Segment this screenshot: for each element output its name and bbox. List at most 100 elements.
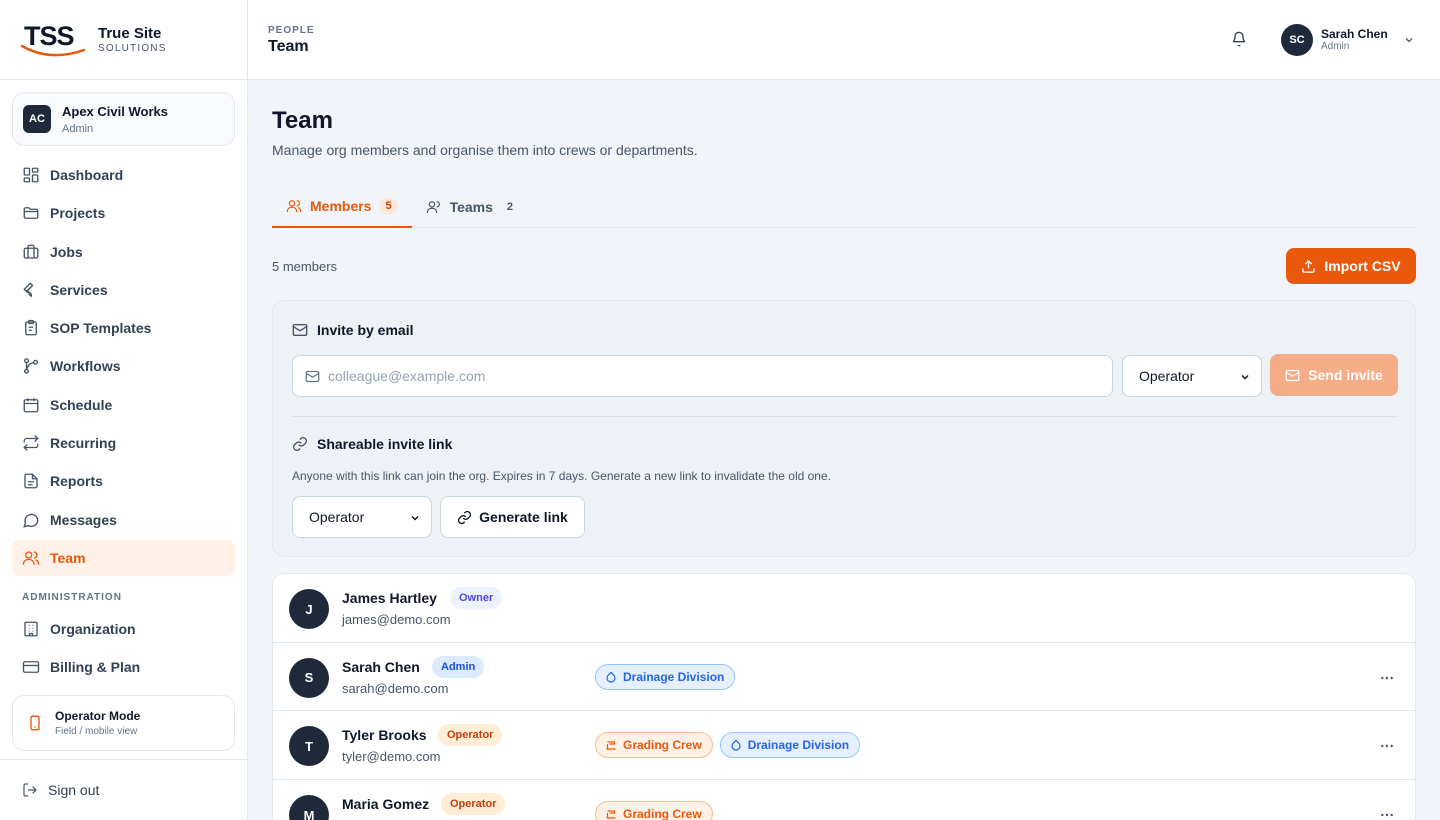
chevron-down-icon bbox=[1241, 374, 1249, 380]
brand[interactable]: TSS True Site SOLUTIONS bbox=[0, 0, 247, 80]
droplet-icon bbox=[606, 671, 616, 683]
smartphone-icon bbox=[30, 715, 40, 731]
user-menu[interactable]: SC Sarah Chen Admin bbox=[1281, 24, 1415, 56]
member-email: sarah@demo.com bbox=[342, 680, 449, 696]
invite-link-heading: Shareable invite link bbox=[292, 436, 452, 452]
sidebar-item-label: Projects bbox=[50, 205, 106, 222]
crew-icon bbox=[606, 810, 616, 819]
sidebar-item-messages[interactable]: Messages bbox=[12, 502, 235, 538]
avatar: S bbox=[289, 657, 329, 698]
avatar: SC bbox=[1281, 24, 1313, 56]
sidebar-item-jobs[interactable]: Jobs bbox=[12, 234, 235, 270]
role-badge: Operator bbox=[438, 724, 503, 747]
brand-name: True Site bbox=[98, 24, 162, 42]
crew-icon bbox=[606, 741, 616, 750]
table-row[interactable]: S Sarah Chen Admin sarah@demo.com Draina… bbox=[273, 643, 1415, 712]
team-chip-label: Grading Crew bbox=[623, 807, 702, 820]
sidebar-item-schedule[interactable]: Schedule bbox=[12, 387, 235, 423]
logout-icon bbox=[23, 783, 37, 797]
sidebar-item-dashboard[interactable]: Dashboard bbox=[12, 157, 235, 193]
avatar: J bbox=[289, 589, 329, 629]
team-chip[interactable]: Grading Crew bbox=[595, 732, 713, 759]
divider bbox=[292, 416, 1398, 417]
email-input[interactable] bbox=[328, 368, 1088, 384]
calendar-icon bbox=[23, 398, 39, 413]
operator-mode-toggle[interactable]: Operator Mode Field / mobile view bbox=[12, 695, 235, 751]
table-row[interactable]: T Tyler Brooks Operator tyler@demo.com G… bbox=[273, 711, 1415, 781]
nav-section-administration: ADMINISTRATION bbox=[22, 591, 122, 603]
sidebar-item-workflows[interactable]: Workflows bbox=[12, 348, 235, 384]
import-csv-button[interactable]: Import CSV bbox=[1286, 248, 1416, 284]
more-horizontal-icon[interactable] bbox=[1379, 807, 1395, 820]
sidebar-item-label: Dashboard bbox=[50, 167, 124, 183]
sidebar-item-billing[interactable]: Billing & Plan bbox=[12, 649, 235, 685]
sidebar-item-services[interactable]: Services bbox=[12, 272, 235, 308]
building-icon bbox=[24, 621, 38, 637]
more-horizontal-icon[interactable] bbox=[1379, 670, 1395, 686]
topbar: PEOPLE Team SC Sarah Chen Admin bbox=[248, 0, 1440, 80]
sidebar-item-label: Messages bbox=[50, 511, 117, 528]
sidebar-item-label: Billing & Plan bbox=[50, 659, 141, 676]
tab-members[interactable]: Members 5 bbox=[272, 186, 412, 228]
sidebar-item-organization[interactable]: Organization bbox=[12, 611, 235, 647]
send-invite-button[interactable]: Send invite bbox=[1270, 354, 1398, 396]
team-chip[interactable]: Drainage Division bbox=[595, 663, 736, 690]
avatar: T bbox=[289, 726, 329, 767]
sidebar-item-label: Team bbox=[50, 549, 86, 566]
invite-link-description: Anyone with this link can join the org. … bbox=[292, 469, 831, 483]
chat-icon bbox=[23, 513, 39, 528]
org-switcher[interactable]: AC Apex Civil Works Admin bbox=[12, 92, 235, 146]
team-chips: Grading Crew bbox=[595, 801, 720, 820]
user-name: Sarah Chen bbox=[1321, 27, 1388, 41]
bell-icon[interactable] bbox=[1231, 31, 1247, 47]
link-role-select[interactable]: Operator bbox=[292, 496, 432, 538]
page-title: Team bbox=[272, 107, 333, 134]
org-role: Admin bbox=[62, 122, 94, 135]
link-icon bbox=[458, 510, 472, 524]
chevron-down-icon bbox=[411, 515, 419, 521]
member-name: James Hartley bbox=[342, 590, 437, 606]
member-name: Tyler Brooks bbox=[342, 727, 427, 744]
briefcase-icon bbox=[23, 244, 39, 259]
folder-icon bbox=[23, 207, 39, 220]
users-icon bbox=[22, 551, 40, 565]
email-field[interactable] bbox=[292, 355, 1113, 397]
droplet-icon bbox=[731, 739, 741, 751]
sign-out-button[interactable]: Sign out bbox=[0, 759, 247, 820]
mail-icon bbox=[292, 324, 308, 336]
table-row[interactable]: J James Hartley Owner james@demo.com bbox=[273, 574, 1415, 643]
wrench-icon bbox=[23, 282, 34, 298]
user-group-icon bbox=[426, 201, 440, 213]
member-name: Sarah Chen bbox=[342, 658, 420, 675]
clipboard-icon bbox=[25, 320, 37, 336]
tab-count: 5 bbox=[379, 198, 398, 214]
sidebar-item-label: Reports bbox=[50, 473, 103, 490]
members-list: J James Hartley Owner james@demo.com S S… bbox=[272, 573, 1416, 820]
sidebar-item-label: Services bbox=[50, 281, 108, 298]
table-row[interactable]: M Maria Gomez Operator Grading Crew bbox=[273, 780, 1415, 820]
sidebar-item-sop-templates[interactable]: SOP Templates bbox=[12, 310, 235, 346]
invite-role-select[interactable]: Operator bbox=[1122, 355, 1262, 397]
sidebar-item-team[interactable]: Team bbox=[12, 539, 235, 576]
avatar: M bbox=[289, 795, 329, 820]
generate-link-button[interactable]: Generate link bbox=[440, 496, 585, 538]
sidebar-item-label: Jobs bbox=[50, 243, 83, 260]
team-chip[interactable]: Drainage Division bbox=[719, 732, 861, 759]
team-chips: Drainage Division bbox=[595, 663, 742, 690]
sidebar-item-recurring[interactable]: Recurring bbox=[12, 425, 235, 461]
sidebar-item-label: Schedule bbox=[50, 396, 113, 413]
invite-panel: Invite by email Operator Send invite Sha… bbox=[272, 300, 1416, 557]
sidebar-item-label: SOP Templates bbox=[50, 320, 152, 337]
tabs: Members 5 Teams 2 bbox=[272, 186, 1416, 228]
invite-email-heading: Invite by email bbox=[292, 322, 413, 338]
team-chip-label: Drainage Division bbox=[623, 669, 725, 684]
tab-teams[interactable]: Teams 2 bbox=[412, 186, 533, 228]
mail-icon bbox=[1285, 369, 1300, 381]
sidebar-item-projects[interactable]: Projects bbox=[12, 195, 235, 231]
org-name: Apex Civil Works bbox=[62, 103, 168, 119]
team-chip[interactable]: Grading Crew bbox=[595, 801, 713, 820]
mail-icon bbox=[305, 370, 320, 382]
more-horizontal-icon[interactable] bbox=[1379, 738, 1395, 754]
tab-count: 2 bbox=[500, 199, 520, 215]
sidebar-item-reports[interactable]: Reports bbox=[12, 463, 235, 499]
